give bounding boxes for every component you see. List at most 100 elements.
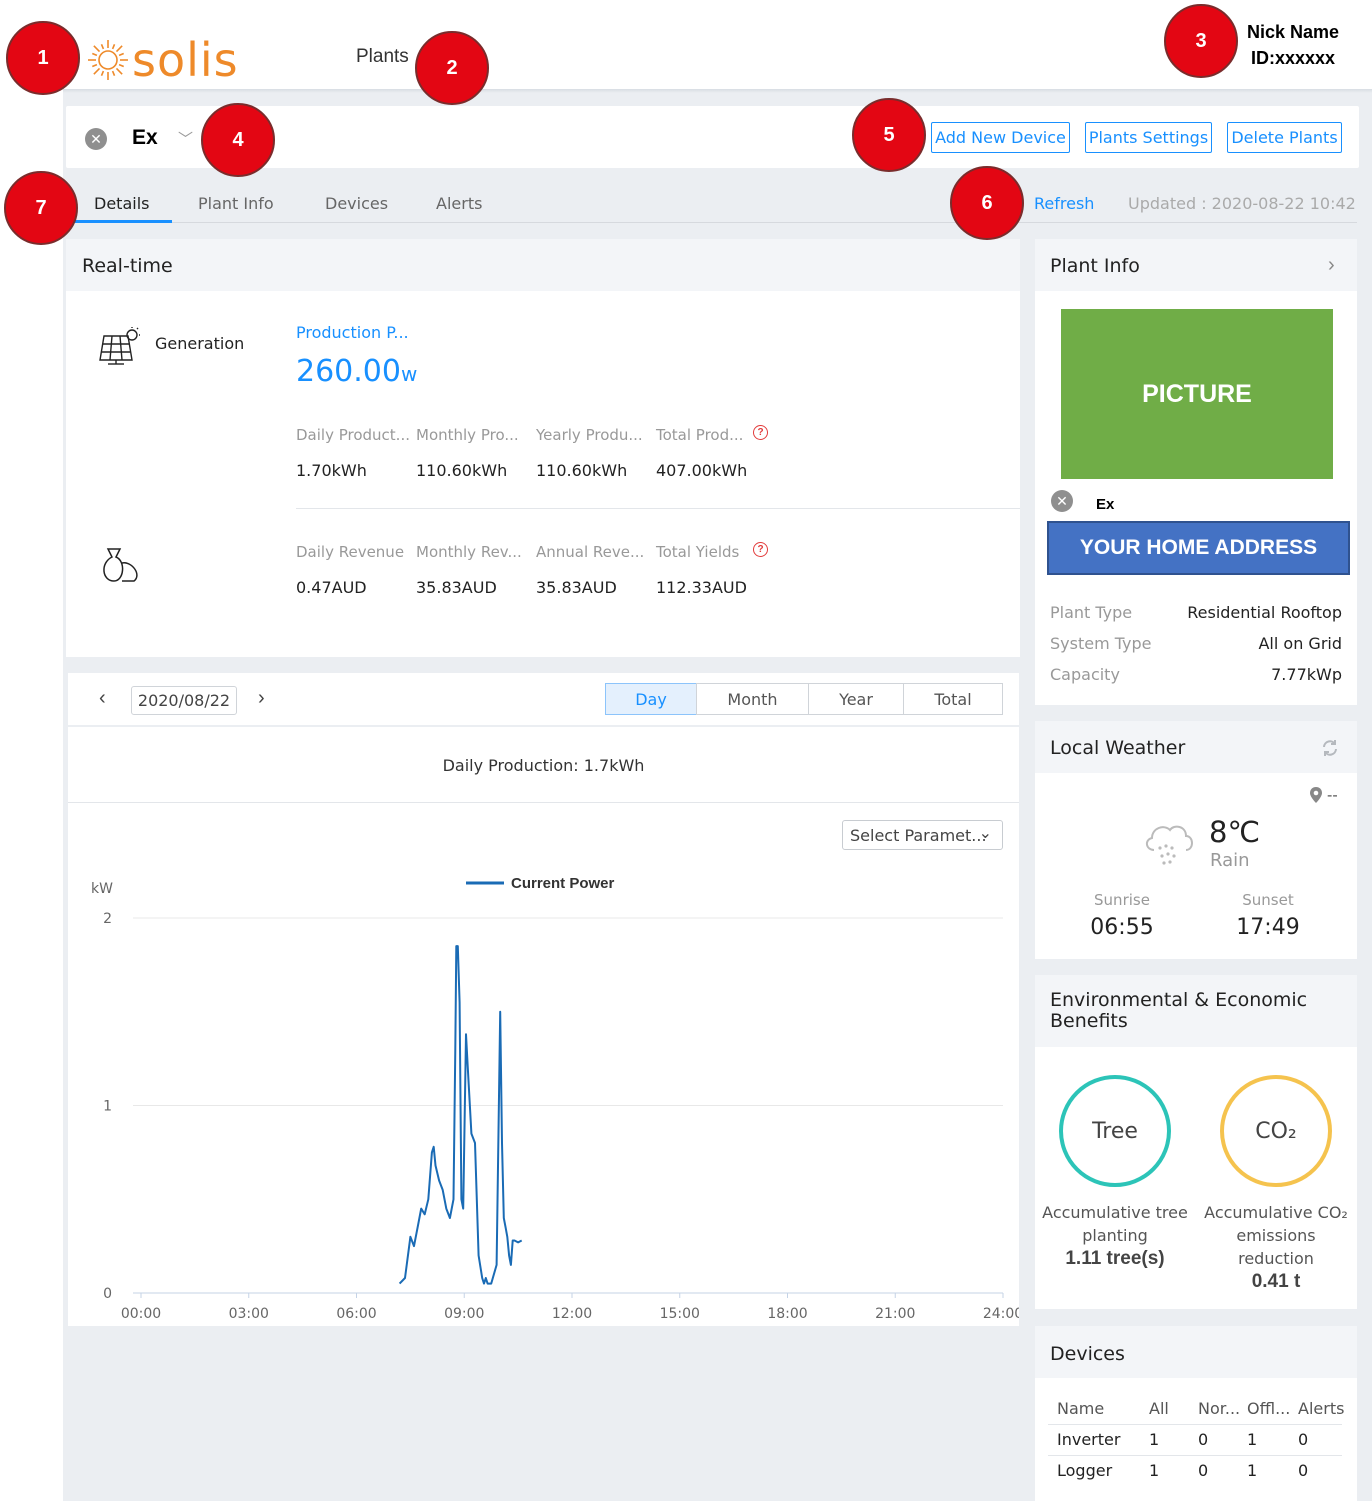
legend-label: Current Power [511,875,615,892]
home-address-banner: YOUR HOME ADDRESS [1047,521,1350,575]
devices-title: Devices [1050,1343,1125,1365]
capacity-label: Capacity [1050,665,1120,684]
plant-picture: PICTURE [1061,309,1333,479]
logo-sun-ray [93,67,101,75]
logo-sun-ray [100,70,105,77]
benefits-title-line2: Benefits [1050,1010,1128,1032]
user-nickname[interactable]: Nick Name [1242,22,1344,43]
production-power-unit: w [400,362,418,386]
daily-revenue-label: Daily Revenue [296,543,405,561]
refresh-weather-icon[interactable] [1320,738,1340,758]
annual-revenue-value: 35.83AUD [536,578,617,597]
next-date-button[interactable]: › [258,687,265,710]
table-row-cell[interactable]: Inverter [1057,1430,1120,1449]
remove-picture-icon[interactable]: ✕ [1051,490,1073,512]
callout-3: 3 [1164,4,1238,78]
table-row-cell: 1 [1149,1430,1160,1449]
refresh-link[interactable]: Refresh [1034,194,1094,213]
realtime-card-header [66,239,1020,291]
add-new-device-button[interactable]: Add New Device [931,122,1070,153]
callout-4: 4 [201,103,275,177]
location-pin-icon [1310,787,1322,803]
co2-desc-line2: emissions [1236,1226,1316,1245]
help-icon[interactable]: ? [753,542,768,557]
total-yields-label: Total Yields [656,543,740,561]
callout-7: 7 [4,171,78,245]
x-tick-label: 06:00 [336,1306,376,1322]
realtime-title: Real-time [82,255,173,277]
select-parameter-dropdown[interactable]: Select Paramet... ⌄ [842,820,1003,850]
weather-temperature: 8℃ [1209,815,1261,849]
tab-devices[interactable]: Devices [325,194,388,213]
table-row-cell: 0 [1298,1461,1309,1480]
chart-title: Daily Production: 1.7kWh [442,756,645,775]
x-tick-label: 03:00 [229,1306,269,1322]
nav-plants[interactable]: Plants [356,46,409,68]
y-tick-label: 1 [103,1099,112,1115]
total-production-label: Total Prod... [656,426,744,444]
x-tick-label: 24:00 [983,1306,1019,1322]
production-power-number: 260.00 [296,354,401,389]
logo-sun-ray [118,63,125,68]
generation-label: Generation [155,334,245,353]
period-month-button[interactable]: Month [696,683,809,715]
table-row-cell[interactable]: Logger [1057,1461,1112,1480]
y-tick-label: 0 [103,1286,112,1302]
tab-alerts[interactable]: Alerts [436,194,482,213]
x-tick-label: 12:00 [552,1306,592,1322]
plant-info-title: Plant Info [1050,255,1140,277]
devices-col-normal: Nor... [1198,1399,1241,1418]
help-icon[interactable]: ? [753,425,768,440]
devices-col-alerts: Alerts [1298,1399,1345,1418]
logo-sun-ray [91,52,98,57]
realtime-divider [296,508,1020,509]
tree-circle: Tree [1059,1075,1171,1187]
money-bag-icon [103,548,138,582]
chevron-down-icon[interactable]: ﹀ [178,128,193,149]
monthly-revenue-value: 35.83AUD [416,578,497,597]
benefits-title-line1: Environmental & Economic [1050,989,1308,1011]
active-tab-indicator [66,220,172,223]
callout-6: 6 [950,166,1024,240]
annual-revenue-label: Annual Reve... [536,543,645,561]
x-tick-label: 09:00 [444,1306,484,1322]
date-picker[interactable]: 2020/08/22 [131,686,237,715]
previous-date-button[interactable]: ‹ [99,687,106,710]
tree-value: 1.11 tree(s) [1065,1248,1165,1269]
clear-plant-icon[interactable]: ✕ [85,128,107,150]
period-total-button[interactable]: Total [903,683,1003,715]
table-row-cell: 1 [1149,1461,1160,1480]
weather-condition: Rain [1210,850,1250,871]
tree-desc-line2: planting [1082,1226,1148,1245]
user-id: ID:xxxxxx [1250,48,1336,68]
period-day-button[interactable]: Day [605,683,697,715]
co2-circle: CO₂ [1220,1075,1332,1187]
plant-selector-name[interactable]: Ex [132,126,158,150]
plant-type-label: Plant Type [1050,603,1133,622]
co2-value: 0.41 t [1251,1271,1301,1292]
tab-plant-info[interactable]: Plant Info [198,194,274,213]
period-year-button[interactable]: Year [808,683,904,715]
updated-timestamp: Updated : 2020-08-22 10:42 [1128,194,1356,213]
x-tick-label: 21:00 [875,1306,915,1322]
monthly-production-label: Monthly Pro... [416,426,519,444]
benefits-title: Environmental & Economic Benefits [1050,990,1307,1032]
solis-logo-icon[interactable] [86,38,130,82]
sunset-time: 17:49 [1236,915,1300,940]
tab-details[interactable]: Details [94,194,149,213]
solis-logo-text[interactable]: solis [132,30,239,90]
callout-1: 1 [6,21,80,95]
delete-plants-button[interactable]: Delete Plants [1227,122,1342,153]
table-row-cell: 1 [1247,1430,1258,1449]
logo-sun-ray [115,67,123,75]
daily-revenue-value: 0.47AUD [296,578,367,597]
x-tick-label: 18:00 [767,1306,807,1322]
table-row-cell: 0 [1198,1430,1209,1449]
chevron-right-icon[interactable]: › [1328,254,1335,277]
header-divider [63,89,1372,93]
sunrise-label: Sunrise [1094,891,1150,909]
total-yields-value: 112.33AUD [656,578,747,597]
logo-sun-ray [93,45,101,53]
production-power-label: Production P... [296,323,409,342]
plants-settings-button[interactable]: Plants Settings [1085,122,1212,153]
